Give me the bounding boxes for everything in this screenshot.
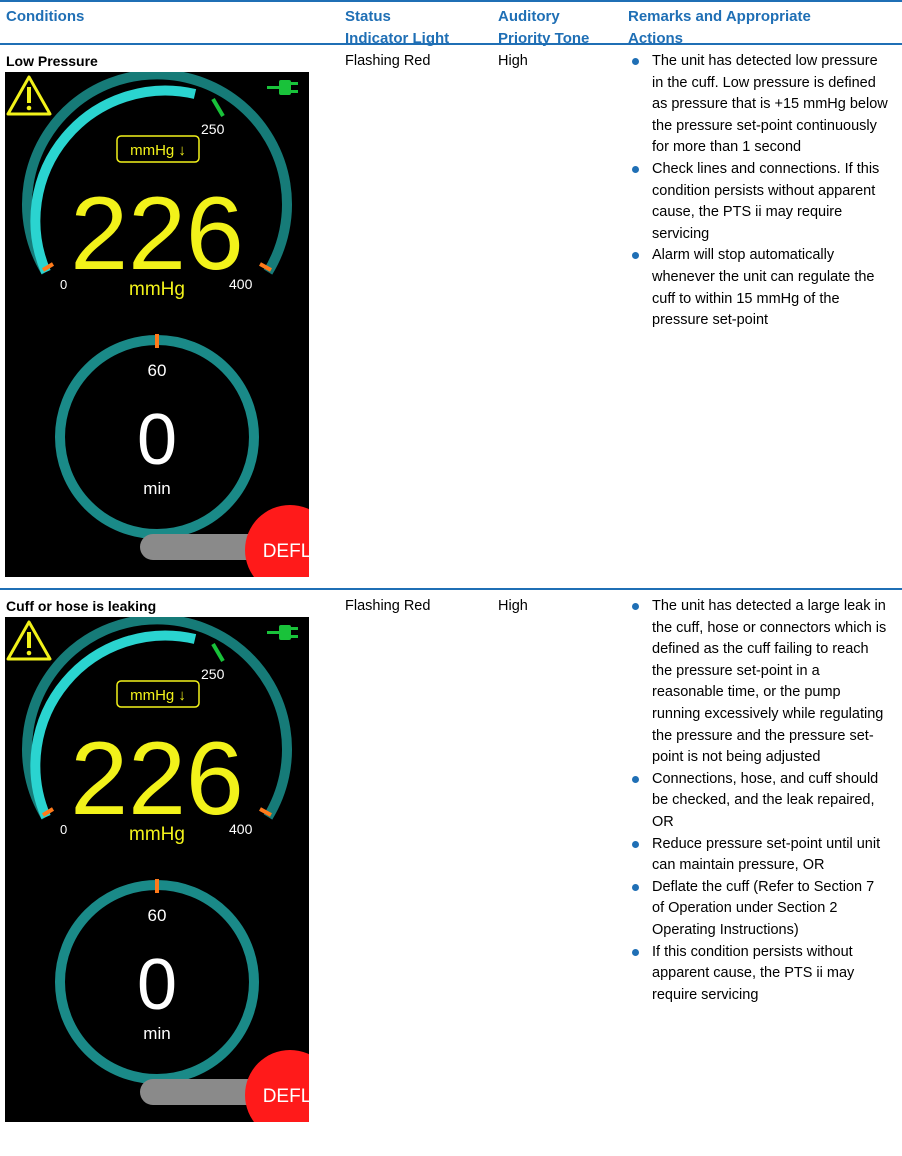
device-screen: 250 0 400 mmHg ↓ 226 mmHg 60 0 min DEFL xyxy=(5,617,309,1122)
table-row: Cuff or hose is leaking Flashing Red Hig… xyxy=(0,590,902,1156)
header-status: Status Indicator Light xyxy=(345,6,449,50)
bullet-icon xyxy=(632,58,639,65)
header-remarks-line1: Remarks and Appropriate xyxy=(628,8,811,25)
list-item: Deflate the cuff (Refer to Section 7 of … xyxy=(628,877,890,942)
list-item: Reduce pressure set-point until unit can… xyxy=(628,834,890,877)
pressure-unit: mmHg xyxy=(129,824,185,845)
setpoint-marker xyxy=(211,642,225,663)
gauge-mark-label: 250 xyxy=(201,666,225,682)
setpoint-badge-text: mmHg ↓ xyxy=(130,687,186,704)
bullet-icon xyxy=(632,165,639,173)
pressure-unit: mmHg xyxy=(129,279,185,300)
power-plug-icon xyxy=(267,80,298,95)
bullet-icon xyxy=(632,775,639,783)
list-item: The unit has detected a large leak in th… xyxy=(628,596,890,769)
device-screen: 250 0 400 mmHg ↓ 226 mmHg 60 0 min DEFL xyxy=(5,72,309,577)
pressure-value: 226 xyxy=(70,721,244,837)
table-header: Conditions Status Indicator Light Audito… xyxy=(0,0,902,47)
gauge-min-label: 0 xyxy=(60,822,67,837)
power-plug-icon xyxy=(267,625,298,640)
timer-value: 0 xyxy=(137,400,177,480)
bullet-icon xyxy=(632,252,639,260)
status-light: Flashing Red xyxy=(345,598,431,614)
header-tone: Auditory Priority Tone xyxy=(498,6,589,50)
timer-unit: min xyxy=(143,1024,170,1043)
header-tone-line1: Auditory xyxy=(498,8,560,25)
condition-label: Cuff or hose is leaking xyxy=(6,598,157,614)
setpoint-badge-text: mmHg ↓ xyxy=(130,142,186,159)
bullet-icon xyxy=(632,883,639,891)
deflate-button-label[interactable]: DEFL xyxy=(263,1086,309,1107)
bullet-icon xyxy=(632,603,639,610)
timer-unit: min xyxy=(143,479,170,498)
bullet-icon xyxy=(632,948,639,956)
deflate-button-label[interactable]: DEFL xyxy=(263,541,309,562)
condition-label: Low Pressure xyxy=(6,53,98,69)
remarks-list: The unit has detected a large leak in th… xyxy=(628,596,890,1006)
header-status-line1: Status xyxy=(345,8,391,25)
gauge-mark-label: 250 xyxy=(201,121,225,137)
status-light: Flashing Red xyxy=(345,53,431,69)
timer-label: 60 xyxy=(148,361,167,380)
list-item: The unit has detected low pressure in th… xyxy=(628,51,890,159)
table-row: Low Pressure Flashing Red High The unit … xyxy=(0,45,902,590)
list-item: If this condition persists without appar… xyxy=(628,942,890,1007)
list-item: Alarm will stop automatically whenever t… xyxy=(628,245,890,331)
timer-value: 0 xyxy=(137,945,177,1025)
list-item: Connections, hose, and cuff should be ch… xyxy=(628,769,890,834)
timer-label: 60 xyxy=(148,906,167,925)
setpoint-marker xyxy=(211,97,225,118)
header-conditions: Conditions xyxy=(6,8,85,25)
tone-priority: High xyxy=(498,598,528,614)
gauge-min-label: 0 xyxy=(60,277,67,292)
tone-priority: High xyxy=(498,53,528,69)
remarks-list: The unit has detected low pressure in th… xyxy=(628,51,890,332)
warning-icon xyxy=(6,75,52,116)
header-remarks: Remarks and Appropriate Actions xyxy=(628,6,811,50)
bullet-icon xyxy=(632,840,639,848)
warning-icon xyxy=(6,620,52,661)
pressure-value: 226 xyxy=(70,176,244,292)
list-item: Check lines and connections. If this con… xyxy=(628,159,890,245)
